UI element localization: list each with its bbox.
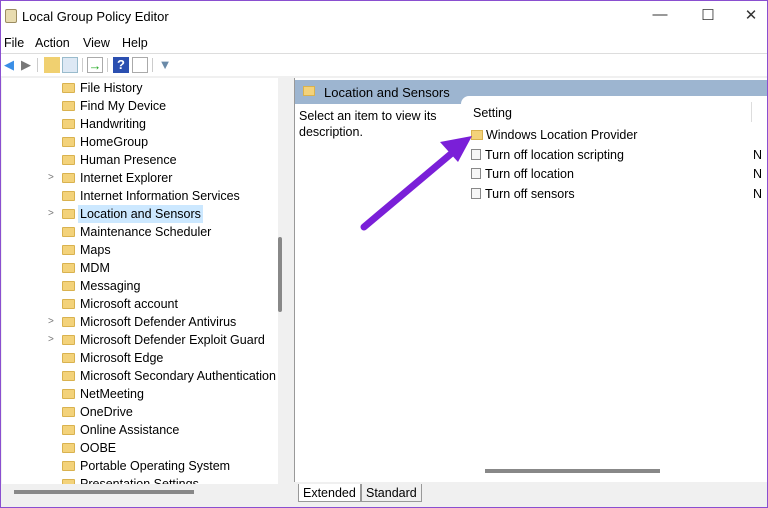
annotation-arrow (360, 136, 472, 231)
